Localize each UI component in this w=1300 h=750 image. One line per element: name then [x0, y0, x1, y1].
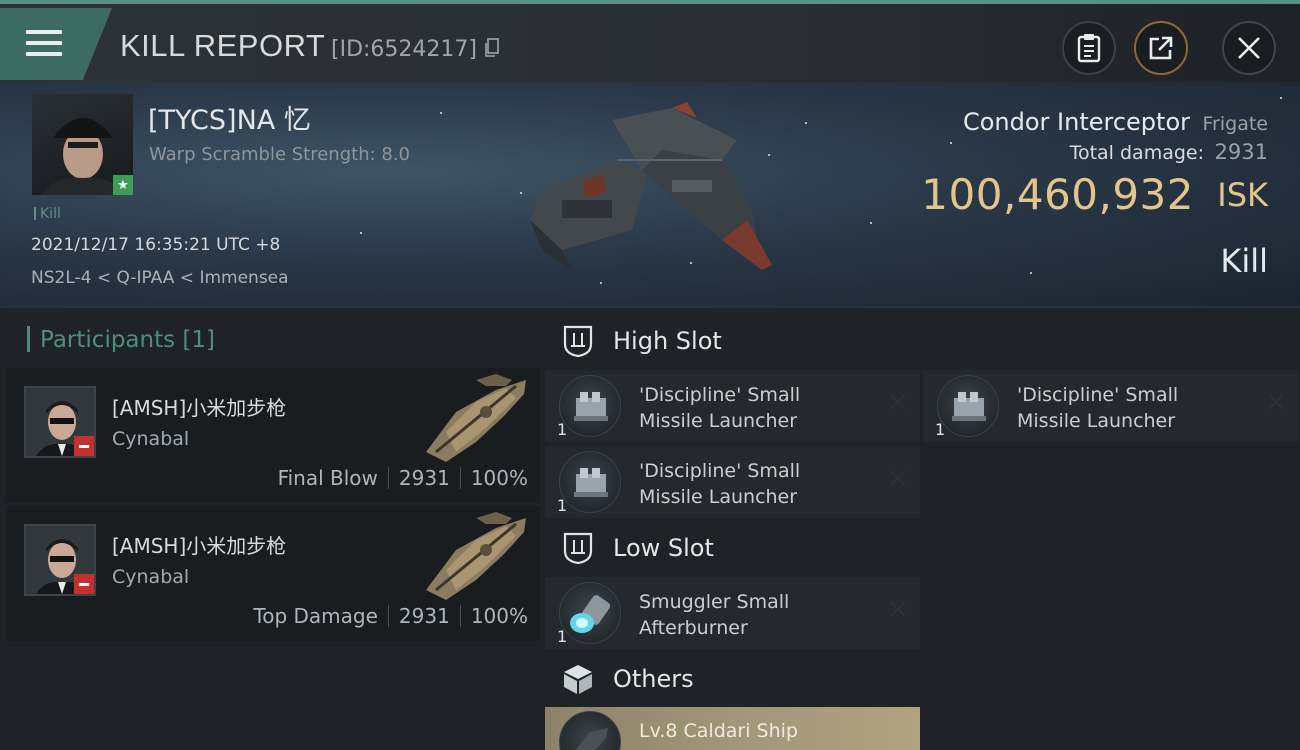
item-name: Smuggler Small Afterburner: [639, 591, 790, 639]
high-slot-label: High Slot: [613, 327, 722, 355]
kill-location[interactable]: NS2L-4 < Q-IPAA < Immensea: [31, 268, 289, 288]
hostile-badge-icon: [74, 574, 94, 594]
high-slot-header: High Slot: [545, 314, 920, 370]
isk-value: 100,460,932: [921, 170, 1194, 219]
menu-button[interactable]: [0, 8, 112, 80]
clipboard-button[interactable]: [1062, 21, 1116, 75]
item-quantity: 1: [557, 420, 568, 439]
participant-damage: 2931: [398, 604, 450, 628]
shield-slot-icon: [563, 325, 593, 358]
x-icon: [890, 601, 906, 617]
clipboard-icon: [1077, 34, 1101, 63]
afterburner-icon: [559, 582, 621, 644]
total-damage-value: 2931: [1214, 140, 1268, 164]
low-slot-header: Low Slot: [545, 521, 920, 577]
victim-ship-image[interactable]: [522, 100, 782, 290]
kill-tag: Kill: [34, 206, 61, 222]
fitted-item[interactable]: 1 'Discipline' Small Missile Launcher: [923, 370, 1298, 442]
participant-card[interactable]: [AMSH]小米加步枪 Cynabal Top Damage 2931 100%: [6, 506, 540, 641]
x-icon: [890, 470, 906, 486]
share-button[interactable]: [1134, 21, 1188, 75]
item-name: 'Discipline' Small Missile Launcher: [639, 384, 801, 432]
total-damage-label: Total damage:: [1069, 142, 1204, 164]
item-name: 'Discipline' Small Missile Launcher: [1017, 384, 1179, 432]
others-header: Others: [545, 652, 920, 708]
page-title: KILL REPORT: [120, 28, 326, 63]
close-button[interactable]: [1222, 21, 1276, 75]
low-slot-label: Low Slot: [613, 534, 714, 562]
participant-stats: Final Blow 2931 100%: [278, 466, 528, 490]
fitted-item[interactable]: 1 'Discipline' Small Missile Launcher: [545, 446, 920, 518]
participant-ship-image: [426, 374, 526, 462]
item-name: 'Discipline' Small Missile Launcher: [639, 460, 801, 508]
menu-icon: [26, 30, 62, 60]
participant-damage-percent: 100%: [470, 466, 528, 490]
others-label: Others: [613, 665, 694, 693]
kill-datetime: 2021/12/17 16:35:21 UTC +8: [31, 235, 281, 255]
victim-ship-class: Frigate: [1202, 113, 1268, 135]
warp-scramble-strength: Warp Scramble Strength: 8.0: [149, 144, 411, 165]
participant-name[interactable]: [AMSH]小米加步枪: [112, 530, 286, 559]
fitted-item[interactable]: Lv.8 Caldari Ship: [545, 707, 920, 750]
fitted-item[interactable]: 1 'Discipline' Small Missile Launcher: [545, 370, 920, 442]
copy-icon[interactable]: [484, 38, 500, 58]
item-name: Lv.8 Caldari Ship: [639, 720, 798, 742]
x-icon: [1268, 394, 1284, 410]
missile-launcher-icon: [559, 375, 621, 437]
isk-unit: ISK: [1217, 176, 1268, 214]
participant-name[interactable]: [AMSH]小米加步枪: [112, 392, 286, 421]
hostile-badge-icon: [74, 436, 94, 456]
ship-blueprint-icon: [559, 711, 621, 750]
participant-role: Final Blow: [277, 466, 378, 490]
participants-accent-bar: [27, 326, 30, 352]
item-quantity: 1: [557, 627, 568, 646]
participant-card[interactable]: [AMSH]小米加步枪 Cynabal Final Blow 2931 100%: [6, 368, 540, 503]
participants-title: Participants [1]: [40, 327, 215, 353]
participant-stats: Top Damage 2931 100%: [253, 604, 528, 628]
close-icon: [1238, 37, 1260, 59]
participant-avatar[interactable]: [24, 524, 96, 596]
x-icon: [890, 394, 906, 410]
participant-damage: 2931: [398, 466, 450, 490]
participants-header: Participants [1]: [6, 318, 540, 368]
star-badge-icon: ★: [113, 175, 133, 195]
missile-launcher-icon: [937, 375, 999, 437]
kill-summary-banner: ★ [TYCS]NA 忆 Warp Scramble Strength: 8.0…: [0, 82, 1300, 308]
fitted-item[interactable]: 1 Smuggler Small Afterburner: [545, 577, 920, 649]
item-quantity: 1: [935, 420, 946, 439]
victim-avatar[interactable]: ★: [32, 94, 133, 195]
report-type: Kill: [1220, 242, 1268, 280]
participant-damage-percent: 100%: [470, 604, 528, 628]
participant-ship: Cynabal: [112, 428, 190, 450]
shield-slot-icon: [563, 532, 593, 565]
participant-avatar[interactable]: [24, 386, 96, 458]
participant-ship-image: [426, 512, 526, 600]
kill-tag-label: Kill: [40, 206, 61, 222]
participant-role: Top Damage: [253, 604, 378, 628]
report-id: [ID:6524217]: [331, 37, 477, 62]
victim-ship-name[interactable]: Condor Interceptor: [963, 108, 1190, 136]
victim-name[interactable]: [TYCS]NA 忆: [148, 98, 311, 137]
share-icon: [1149, 36, 1173, 60]
participant-ship: Cynabal: [112, 566, 190, 588]
item-quantity: 1: [557, 496, 568, 515]
cube-icon: [564, 665, 592, 694]
missile-launcher-icon: [559, 451, 621, 513]
top-bar: KILL REPORT [ID:6524217]: [0, 0, 1300, 82]
